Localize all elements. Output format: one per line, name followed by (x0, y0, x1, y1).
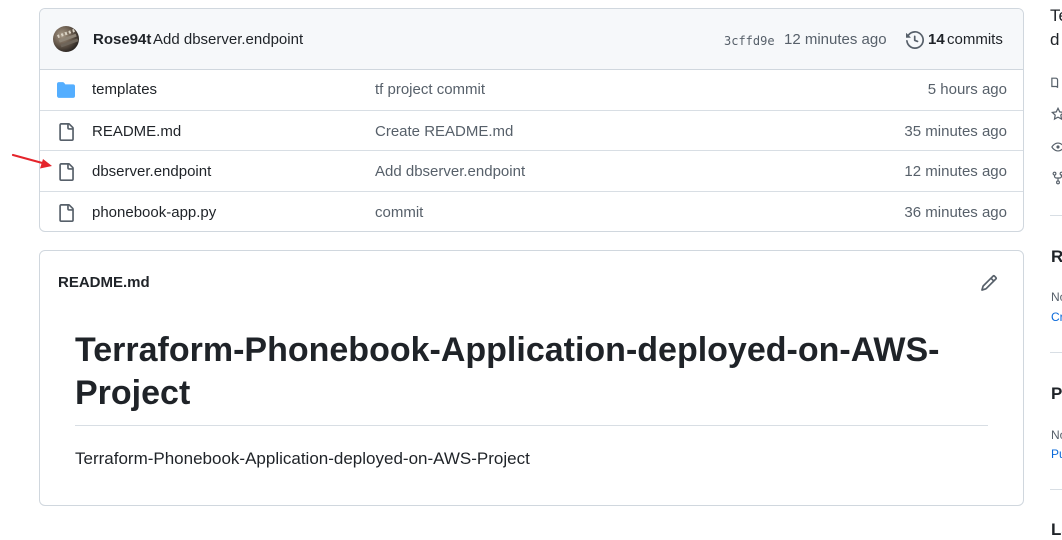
file-name-link[interactable]: phonebook-app.py (92, 204, 216, 221)
languages-heading: La (1051, 520, 1062, 539)
book-icon[interactable] (1051, 76, 1062, 90)
file-commit-message-link[interactable]: tf project commit (375, 81, 485, 98)
commit-sha-link[interactable]: 3cffd9e (724, 34, 775, 48)
file-row-dbserver[interactable]: dbserver.endpoint Add dbserver.endpoint … (40, 150, 1023, 191)
create-release-link[interactable]: Cr (1051, 310, 1062, 324)
commit-time: 12 minutes ago (784, 31, 887, 48)
releases-heading[interactable]: R (1051, 247, 1062, 267)
folder-icon (57, 82, 75, 98)
releases-note: No (1051, 290, 1062, 304)
file-icon (59, 163, 74, 181)
file-time: 12 minutes ago (904, 163, 1007, 180)
readme-heading: Terraform-Phonebook-Application-deployed… (75, 331, 940, 412)
publish-package-link[interactable]: Pu (1051, 447, 1062, 461)
annotation-arrow (11, 153, 52, 169)
file-list-box: Rose94t Add dbserver.endpoint 3cffd9e 12… (39, 8, 1024, 232)
file-commit-message-link[interactable]: Add dbserver.endpoint (375, 163, 525, 180)
readme-file-label[interactable]: README.md (58, 274, 150, 291)
eye-icon[interactable] (1051, 140, 1062, 154)
packages-note: No (1051, 428, 1062, 442)
sidebar-divider (1050, 215, 1062, 216)
file-commit-message-link[interactable]: commit (375, 204, 423, 221)
readme-paragraph: Terraform-Phonebook-Application-deployed… (75, 449, 530, 468)
star-icon[interactable] (1051, 107, 1062, 121)
file-time: 5 hours ago (927, 81, 1007, 98)
commit-count[interactable]: 14 (928, 31, 945, 48)
file-time: 36 minutes ago (904, 204, 1007, 221)
commit-author-link[interactable]: Rose94t (93, 31, 151, 48)
fork-icon[interactable] (1051, 171, 1062, 185)
file-name-link[interactable]: README.md (92, 123, 181, 140)
file-icon (59, 204, 74, 222)
divider (75, 425, 988, 426)
file-row-readme[interactable]: README.md Create README.md 35 minutes ag… (40, 110, 1023, 151)
commit-message-link[interactable]: Add dbserver.endpoint (153, 31, 303, 48)
file-name-link[interactable]: dbserver.endpoint (92, 163, 211, 180)
packages-heading[interactable]: Pa (1051, 384, 1062, 404)
file-commit-message-link[interactable]: Create README.md (375, 123, 513, 140)
latest-commit-bar: Rose94t Add dbserver.endpoint 3cffd9e 12… (40, 9, 1023, 70)
file-row-templates[interactable]: templates tf project commit 5 hours ago (40, 69, 1023, 109)
file-time: 35 minutes ago (904, 123, 1007, 140)
about-description-line2: d (1050, 30, 1060, 49)
about-description-line1: Te (1050, 6, 1062, 25)
sidebar-divider (1050, 489, 1062, 490)
file-icon (59, 123, 74, 141)
file-name-link[interactable]: templates (92, 81, 157, 98)
commit-count-label[interactable]: commits (947, 31, 1003, 48)
sidebar-divider (1050, 352, 1062, 353)
readme-box: README.md Terraform-Phonebook-Applicatio… (39, 250, 1024, 506)
pencil-icon[interactable] (980, 274, 998, 292)
file-row-phonebook[interactable]: phonebook-app.py commit 36 minutes ago (40, 191, 1023, 231)
history-icon[interactable] (906, 31, 924, 49)
avatar[interactable] (53, 26, 79, 52)
